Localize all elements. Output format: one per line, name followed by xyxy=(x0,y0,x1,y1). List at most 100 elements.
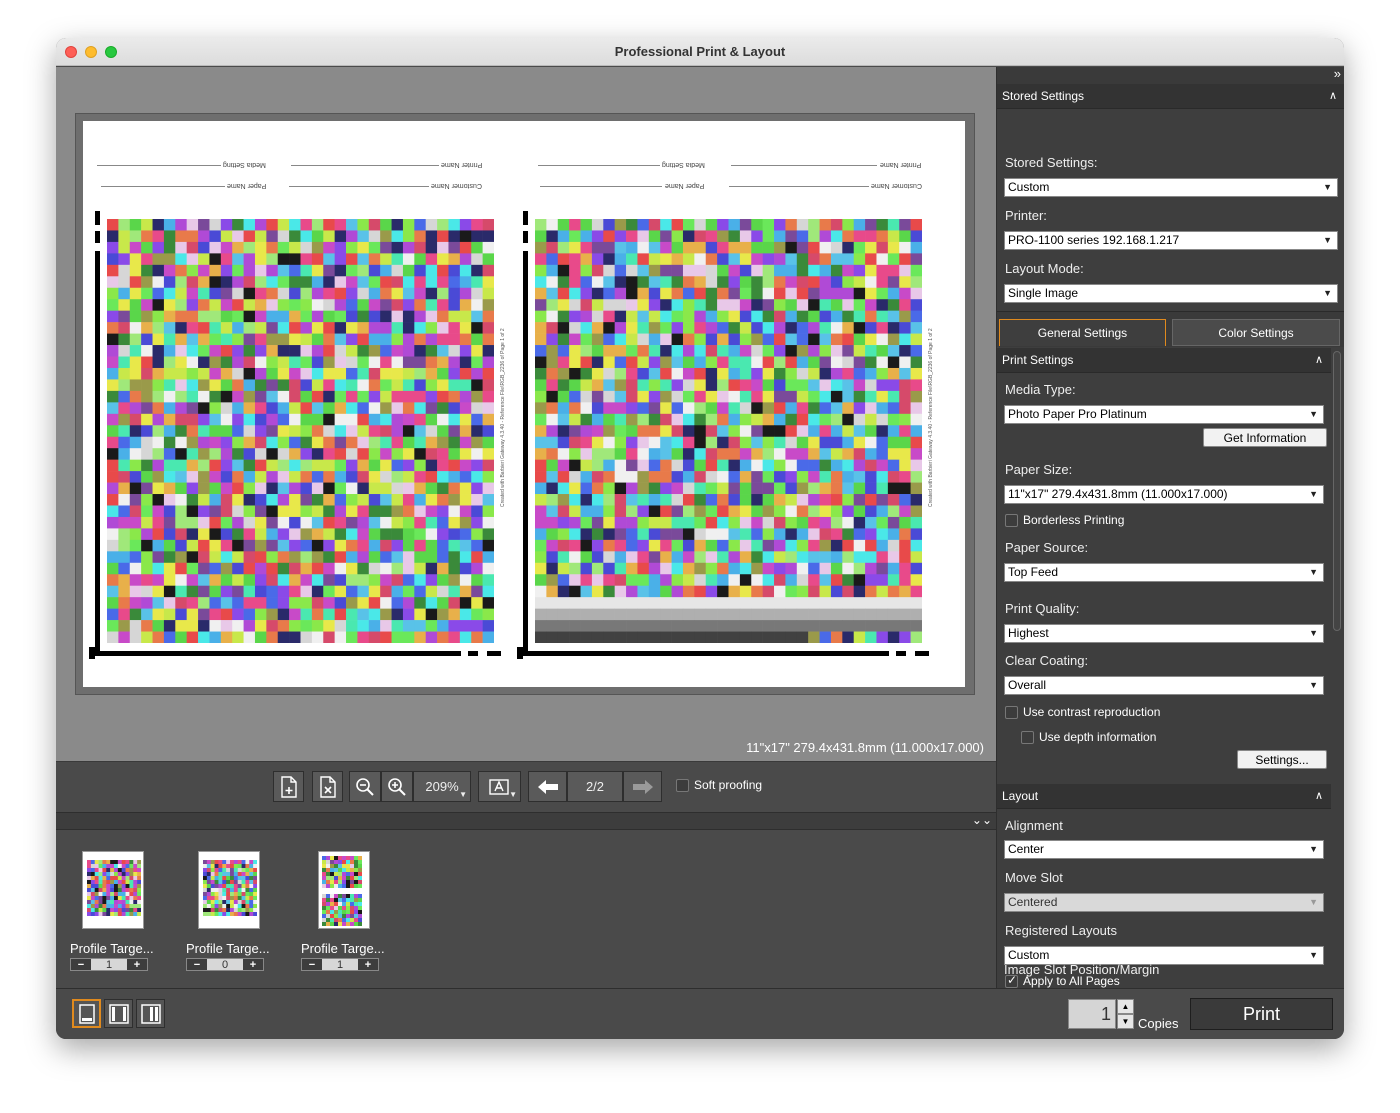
layout-mode-select[interactable]: Single Image ▼ xyxy=(1004,284,1338,303)
move-slot-select[interactable]: Centered ▼ xyxy=(1004,893,1324,912)
collapse-caret-icon[interactable]: ∧ xyxy=(1329,84,1337,109)
paper-size-select[interactable]: 11"x17" 279.4x431.8mm (11.000x17.000) ▼ xyxy=(1004,485,1324,504)
soft-proofing-checkbox[interactable]: Soft proofing xyxy=(676,778,762,792)
decrement-button[interactable]: − xyxy=(302,959,322,971)
alignment-label: Alignment xyxy=(1005,818,1063,833)
dropdown-arrow-icon: ▼ xyxy=(1309,567,1318,577)
print-quality-select[interactable]: Highest ▼ xyxy=(1004,624,1324,643)
copies-down-arrow-icon[interactable]: ▼ xyxy=(1117,1014,1134,1029)
dropdown-arrow-icon: ▼ xyxy=(459,790,467,799)
copies-input[interactable]: 1 xyxy=(1068,999,1116,1029)
collapse-thumbnails-icon[interactable]: ⌄⌄ xyxy=(972,813,992,827)
move-slot-label: Move Slot xyxy=(1005,870,1063,885)
color-patch-target-1[interactable] xyxy=(107,219,494,643)
single-view-button[interactable] xyxy=(72,999,101,1028)
collapse-caret-icon[interactable]: ∧ xyxy=(1315,784,1323,809)
layout-header[interactable]: Layout ∧ xyxy=(997,784,1331,809)
dropdown-arrow-icon: ▼ xyxy=(1323,288,1332,298)
dropdown-arrow-icon: ▼ xyxy=(1309,950,1318,960)
previous-page-button[interactable] xyxy=(528,771,567,802)
paper-frame: Media Setting Printer Name Paper Name Cu… xyxy=(75,113,975,695)
contrast-reproduction-checkbox[interactable]: Use contrast reproduction xyxy=(1005,705,1160,719)
zoom-out-icon xyxy=(356,777,374,796)
stored-settings-label: Stored Settings: xyxy=(1005,155,1098,170)
thumbnail-strip: Profile Targe... − 1 + Profile Targe... … xyxy=(56,830,996,988)
thumbnail-count-stepper[interactable]: − 1 + xyxy=(70,958,148,971)
paper-sheet[interactable]: Media Setting Printer Name Paper Name Cu… xyxy=(83,121,965,687)
checkbox-box[interactable] xyxy=(1021,730,1034,744)
decrement-button[interactable]: − xyxy=(71,959,91,971)
thumbnail-image[interactable] xyxy=(82,851,144,929)
expand-panel-icon[interactable]: » xyxy=(1334,67,1341,81)
single-page-view-icon xyxy=(78,1003,95,1024)
dropdown-arrow-icon: ▼ xyxy=(1323,235,1332,245)
paper-source-label: Paper Source: xyxy=(1005,540,1089,555)
tab-color-settings[interactable]: Color Settings xyxy=(1172,319,1340,346)
sheet-label: Media Setting xyxy=(223,161,266,168)
borderless-printing-checkbox[interactable]: Borderless Printing xyxy=(1005,513,1124,527)
dropdown-arrow-icon: ▼ xyxy=(1309,409,1318,419)
depth-information-checkbox[interactable]: Use depth information xyxy=(1021,730,1156,744)
clear-coating-label: Clear Coating: xyxy=(1005,653,1089,668)
checkbox-box[interactable] xyxy=(1005,513,1018,527)
zoom-in-icon xyxy=(388,777,406,796)
print-preview-area[interactable]: Media Setting Printer Name Paper Name Cu… xyxy=(56,67,996,761)
count-value[interactable]: 1 xyxy=(91,959,127,971)
tab-general-settings[interactable]: General Settings xyxy=(999,319,1166,346)
count-value[interactable]: 0 xyxy=(207,959,243,971)
copies-stepper[interactable]: ▲ ▼ xyxy=(1117,999,1134,1029)
print-settings-header[interactable]: Print Settings ∧ xyxy=(997,348,1331,373)
thumbnail-bar-header: ⌄⌄ xyxy=(56,812,996,830)
split-view-button[interactable] xyxy=(136,999,165,1028)
media-type-select[interactable]: Photo Paper Pro Platinum ▼ xyxy=(1004,405,1324,424)
two-page-view-icon xyxy=(108,1003,129,1024)
text-tool-button[interactable]: ▼ xyxy=(478,771,521,802)
settings-panel: » Stored Settings ∧ Stored Settings: Cus… xyxy=(996,67,1344,988)
dropdown-arrow-icon: ▼ xyxy=(1309,844,1318,854)
split-view-icon xyxy=(140,1003,161,1024)
thumbnail-count-stepper[interactable]: − 0 + xyxy=(186,958,264,971)
panel-scrollbar[interactable] xyxy=(1333,351,1341,631)
collapse-caret-icon[interactable]: ∧ xyxy=(1315,348,1323,373)
get-information-button[interactable]: Get Information xyxy=(1203,428,1327,447)
thumbnail-count-stepper[interactable]: − 1 + xyxy=(301,958,379,971)
sheet-label: Media Setting xyxy=(662,161,705,168)
increment-button[interactable]: + xyxy=(358,959,378,971)
panel-top-bar: » xyxy=(997,67,1344,84)
stored-settings-header[interactable]: Stored Settings ∧ xyxy=(997,84,1344,109)
thumbnail-label: Profile Targe... xyxy=(301,941,385,956)
decrement-button[interactable]: − xyxy=(187,959,207,971)
settings-button[interactable]: Settings... xyxy=(1237,750,1327,769)
zoom-level-dropdown[interactable]: 209% ▼ xyxy=(413,771,471,802)
count-value[interactable]: 1 xyxy=(322,959,358,971)
stored-settings-select[interactable]: Custom ▼ xyxy=(1004,178,1338,197)
copies-up-arrow-icon[interactable]: ▲ xyxy=(1117,999,1134,1014)
side-caption: Created with Barbieri Gateway 4.3.40 - R… xyxy=(928,328,934,507)
alignment-select[interactable]: Center ▼ xyxy=(1004,840,1324,859)
next-page-button[interactable] xyxy=(623,771,662,802)
two-page-view-button[interactable] xyxy=(104,999,133,1028)
paper-source-select[interactable]: Top Feed ▼ xyxy=(1004,563,1324,582)
increment-button[interactable]: + xyxy=(243,959,263,971)
delete-page-button[interactable] xyxy=(312,771,343,802)
thumbnail-image[interactable] xyxy=(318,851,370,929)
bottom-bar: 1 ▲ ▼ Copies Print xyxy=(56,988,1344,1039)
zoom-in-button[interactable] xyxy=(381,771,413,802)
print-button[interactable]: Print xyxy=(1190,998,1333,1030)
print-quality-label: Print Quality: xyxy=(1005,601,1080,616)
dropdown-arrow-icon: ▼ xyxy=(1309,489,1318,499)
color-patch-target-2[interactable] xyxy=(535,219,922,643)
clear-coating-select[interactable]: Overall ▼ xyxy=(1004,676,1324,695)
increment-button[interactable]: + xyxy=(127,959,147,971)
sheet-label: Paper Name xyxy=(665,182,705,189)
media-type-label: Media Type: xyxy=(1005,382,1076,397)
thumbnail-image[interactable] xyxy=(198,851,260,929)
arrow-left-icon xyxy=(537,779,558,794)
printer-select[interactable]: PRO-1100 series 192.168.1.217 ▼ xyxy=(1004,231,1338,250)
checkbox-box[interactable] xyxy=(1005,705,1018,719)
zoom-out-button[interactable] xyxy=(349,771,381,802)
sheet-label: Printer Name xyxy=(880,161,922,168)
dropdown-arrow-icon: ▼ xyxy=(1309,628,1318,638)
add-page-button[interactable] xyxy=(273,771,304,802)
checkbox-box[interactable] xyxy=(676,778,689,792)
